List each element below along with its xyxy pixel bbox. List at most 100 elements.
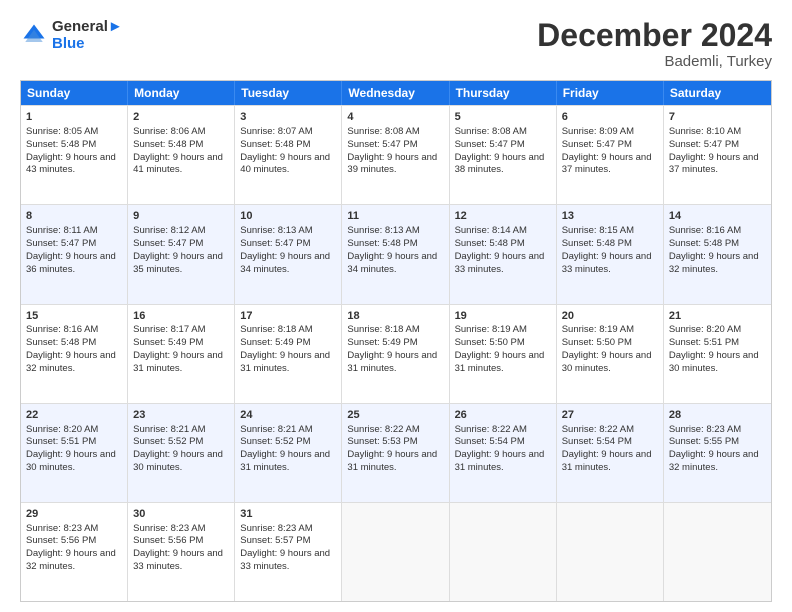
daylight-text: Daylight: 9 hours and 33 minutes. [562,251,652,275]
sunrise-text: Sunrise: 8:07 AM [240,126,312,137]
daylight-text: Daylight: 9 hours and 31 minutes. [240,350,330,374]
sunrise-text: Sunrise: 8:23 AM [26,523,98,534]
sunrise-text: Sunrise: 8:05 AM [26,126,98,137]
calendar-cell: 6Sunrise: 8:09 AMSunset: 5:47 PMDaylight… [557,106,664,204]
sunrise-text: Sunrise: 8:13 AM [240,225,312,236]
sunset-text: Sunset: 5:47 PM [669,139,739,150]
sunrise-text: Sunrise: 8:20 AM [669,324,741,335]
daylight-text: Daylight: 9 hours and 32 minutes. [669,251,759,275]
calendar-cell: 27Sunrise: 8:22 AMSunset: 5:54 PMDayligh… [557,404,664,502]
day-number: 8 [26,209,122,224]
daylight-text: Daylight: 9 hours and 39 minutes. [347,152,437,176]
daylight-text: Daylight: 9 hours and 31 minutes. [455,350,545,374]
page: General► Blue December 2024 Bademli, Tur… [0,0,792,612]
day-number: 7 [669,110,766,125]
sunset-text: Sunset: 5:52 PM [133,436,203,447]
sunset-text: Sunset: 5:48 PM [26,139,96,150]
sunset-text: Sunset: 5:47 PM [26,238,96,249]
logo: General► Blue [20,18,123,53]
sunrise-text: Sunrise: 8:16 AM [669,225,741,236]
daylight-text: Daylight: 9 hours and 30 minutes. [669,350,759,374]
calendar-cell: 31Sunrise: 8:23 AMSunset: 5:57 PMDayligh… [235,503,342,601]
calendar-cell: 21Sunrise: 8:20 AMSunset: 5:51 PMDayligh… [664,305,771,403]
daylight-text: Daylight: 9 hours and 43 minutes. [26,152,116,176]
sunset-text: Sunset: 5:50 PM [562,337,632,348]
logo-icon [20,21,48,49]
sunrise-text: Sunrise: 8:13 AM [347,225,419,236]
sunrise-text: Sunrise: 8:09 AM [562,126,634,137]
calendar-cell: 3Sunrise: 8:07 AMSunset: 5:48 PMDaylight… [235,106,342,204]
calendar-row: 22Sunrise: 8:20 AMSunset: 5:51 PM Dayligh… [21,403,771,502]
daylight-text: Daylight: 9 hours and 41 minutes. [133,152,223,176]
daylight-text: Daylight: 9 hours and 38 minutes. [455,152,545,176]
calendar-cell: 2Sunrise: 8:06 AMSunset: 5:48 PMDaylight… [128,106,235,204]
sunset-text: Sunset: 5:57 PM [240,535,310,546]
day-number: 6 [562,110,658,125]
calendar-cell: 26Sunrise: 8:22 AMSunset: 5:54 PMDayligh… [450,404,557,502]
day-number: 16 [133,309,229,324]
calendar-cell: 16Sunrise: 8:17 AMSunset: 5:49 PMDayligh… [128,305,235,403]
daylight-text: Daylight: 9 hours and 31 minutes. [240,449,330,473]
day-number: 22 [26,408,122,423]
calendar-cell: 28Sunrise: 8:23 AMSunset: 5:55 PMDayligh… [664,404,771,502]
calendar-cell: 25Sunrise: 8:22 AMSunset: 5:53 PMDayligh… [342,404,449,502]
sunset-text: Sunset: 5:54 PM [562,436,632,447]
sunset-text: Sunset: 5:51 PM [26,436,96,447]
daylight-text: Daylight: 9 hours and 31 minutes. [562,449,652,473]
day-number: 19 [455,309,551,324]
calendar-cell: 14Sunrise: 8:16 AMSunset: 5:48 PMDayligh… [664,205,771,303]
sunrise-text: Sunrise: 8:06 AM [133,126,205,137]
calendar-cell: 22Sunrise: 8:20 AMSunset: 5:51 PM Dayligh… [21,404,128,502]
day-number: 9 [133,209,229,224]
calendar-cell: 7Sunrise: 8:10 AMSunset: 5:47 PMDaylight… [664,106,771,204]
sunset-text: Sunset: 5:48 PM [240,139,310,150]
sunrise-text: Sunrise: 8:08 AM [455,126,527,137]
calendar-day-header: Monday [128,81,235,105]
calendar-cell-empty [342,503,449,601]
calendar-cell: 13Sunrise: 8:15 AMSunset: 5:48 PMDayligh… [557,205,664,303]
day-number: 4 [347,110,443,125]
sunrise-text: Sunrise: 8:20 AM [26,424,98,435]
calendar-cell: 10Sunrise: 8:13 AMSunset: 5:47 PMDayligh… [235,205,342,303]
calendar: SundayMondayTuesdayWednesdayThursdayFrid… [20,80,772,602]
day-number: 25 [347,408,443,423]
calendar-day-header: Friday [557,81,664,105]
sunset-text: Sunset: 5:56 PM [133,535,203,546]
sunrise-text: Sunrise: 8:15 AM [562,225,634,236]
calendar-cell: 17Sunrise: 8:18 AMSunset: 5:49 PMDayligh… [235,305,342,403]
sunset-text: Sunset: 5:55 PM [669,436,739,447]
daylight-text: Daylight: 9 hours and 32 minutes. [26,548,116,572]
daylight-text: Daylight: 9 hours and 31 minutes. [347,350,437,374]
sunrise-text: Sunrise: 8:23 AM [669,424,741,435]
day-number: 31 [240,507,336,522]
sunrise-text: Sunrise: 8:19 AM [562,324,634,335]
calendar-cell: 20Sunrise: 8:19 AMSunset: 5:50 PMDayligh… [557,305,664,403]
main-title: December 2024 [537,18,772,53]
daylight-text: Daylight: 9 hours and 36 minutes. [26,251,116,275]
sunrise-text: Sunrise: 8:16 AM [26,324,98,335]
day-number: 23 [133,408,229,423]
daylight-text: Daylight: 9 hours and 30 minutes. [26,449,116,473]
calendar-cell: 5Sunrise: 8:08 AMSunset: 5:47 PMDaylight… [450,106,557,204]
day-number: 28 [669,408,766,423]
daylight-text: Daylight: 9 hours and 34 minutes. [347,251,437,275]
day-number: 29 [26,507,122,522]
calendar-body: 1Sunrise: 8:05 AMSunset: 5:48 PMDaylight… [21,105,771,601]
sunrise-text: Sunrise: 8:14 AM [455,225,527,236]
sunrise-text: Sunrise: 8:12 AM [133,225,205,236]
calendar-cell: 8Sunrise: 8:11 AMSunset: 5:47 PMDaylight… [21,205,128,303]
sunset-text: Sunset: 5:53 PM [347,436,417,447]
calendar-cell: 19Sunrise: 8:19 AMSunset: 5:50 PMDayligh… [450,305,557,403]
sunrise-text: Sunrise: 8:22 AM [347,424,419,435]
calendar-cell: 23Sunrise: 8:21 AMSunset: 5:52 PMDayligh… [128,404,235,502]
calendar-day-header: Tuesday [235,81,342,105]
calendar-cell: 1Sunrise: 8:05 AMSunset: 5:48 PMDaylight… [21,106,128,204]
day-number: 15 [26,309,122,324]
subtitle: Bademli, Turkey [537,53,772,70]
daylight-text: Daylight: 9 hours and 33 minutes. [133,548,223,572]
day-number: 21 [669,309,766,324]
sunset-text: Sunset: 5:47 PM [562,139,632,150]
day-number: 27 [562,408,658,423]
day-number: 30 [133,507,229,522]
sunset-text: Sunset: 5:49 PM [240,337,310,348]
